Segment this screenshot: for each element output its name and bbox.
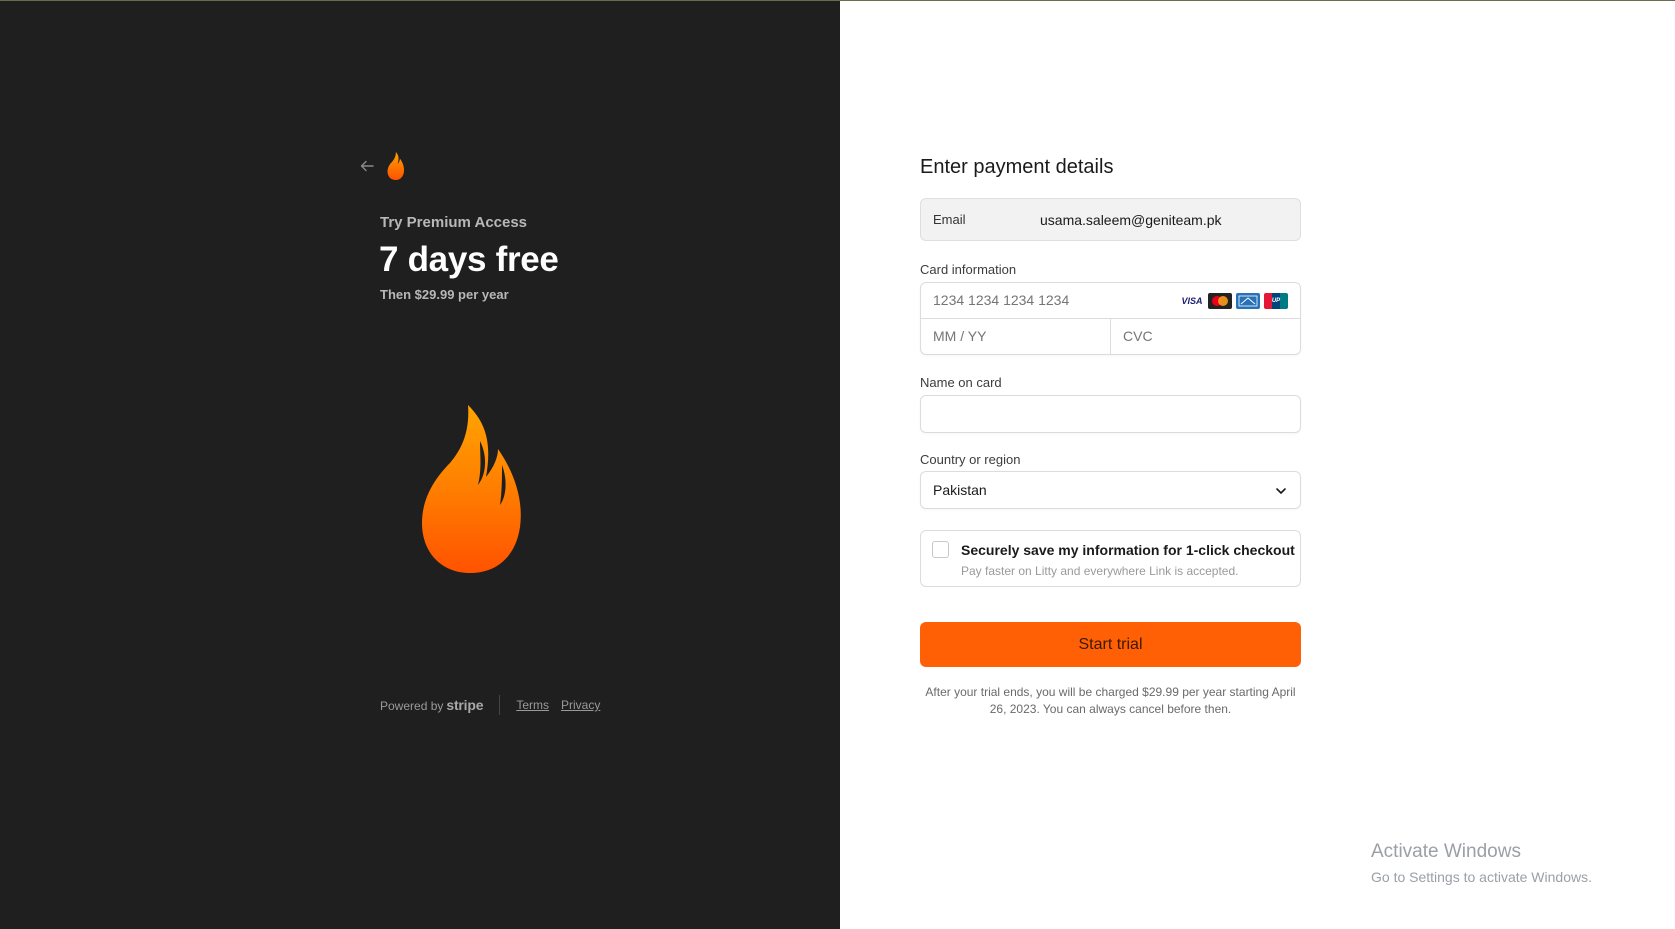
unionpay-icon: UP [1264,293,1288,309]
plan-price: 7 days free [379,240,559,279]
email-value: usama.saleem@geniteam.pk [1040,211,1222,228]
watermark-subtitle: Go to Settings to activate Windows. [1371,869,1592,885]
expiry-cell [921,319,1111,354]
start-trial-button[interactable]: Start trial [920,622,1301,667]
chevron-down-icon [1276,488,1286,494]
flame-product-image [422,405,521,573]
footer: Powered by stripe Terms Privacy [380,695,612,715]
email-label: Email [933,212,966,227]
cvc-input[interactable] [1123,328,1283,344]
window-top-border [0,0,1675,1]
country-value: Pakistan [933,482,987,498]
product-summary-panel: Try Premium Access 7 days free Then $29.… [0,0,840,929]
plan-label: Try Premium Access [380,214,528,231]
name-on-card-input[interactable] [920,395,1301,433]
back-arrow-icon[interactable] [358,157,376,175]
country-label: Country or region [920,452,1021,467]
form-title: Enter payment details [920,156,1114,178]
mastercard-icon [1208,293,1232,309]
card-brands: VISA UP [1180,293,1288,309]
footer-divider [499,695,501,715]
card-info-group: VISA UP [920,282,1301,355]
cvc-cell [1111,319,1300,354]
name-on-card-label: Name on card [920,375,1002,390]
header-row [358,152,406,180]
visa-icon: VISA [1180,293,1204,309]
windows-activation-watermark: Activate Windows Go to Settings to activ… [1371,841,1592,885]
expiry-input[interactable] [933,328,1093,344]
amex-icon [1236,293,1260,309]
stripe-logo: stripe [446,697,484,713]
terms-link[interactable]: Terms [516,698,549,712]
plan-then-price: Then $29.99 per year [380,287,509,302]
card-number-input[interactable] [933,292,1173,308]
privacy-link[interactable]: Privacy [561,698,600,712]
save-info-checkbox[interactable] [932,541,949,558]
country-select[interactable]: Pakistan [920,471,1301,509]
save-info-subtitle: Pay faster on Litty and everywhere Link … [961,564,1239,578]
powered-by-text: Powered by [380,699,444,713]
email-field[interactable]: Email usama.saleem@geniteam.pk [920,198,1301,241]
powered-by-stripe[interactable]: Powered by stripe [380,697,484,713]
save-info-title: Securely save my information for 1-click… [961,542,1295,558]
card-info-label: Card information [920,262,1017,277]
watermark-title: Activate Windows [1371,841,1521,862]
trial-terms-text: After your trial ends, you will be charg… [925,685,1296,716]
save-info-box: Securely save my information for 1-click… [920,530,1301,587]
flame-logo-icon[interactable] [386,152,406,180]
card-number-row: VISA UP [921,283,1300,319]
